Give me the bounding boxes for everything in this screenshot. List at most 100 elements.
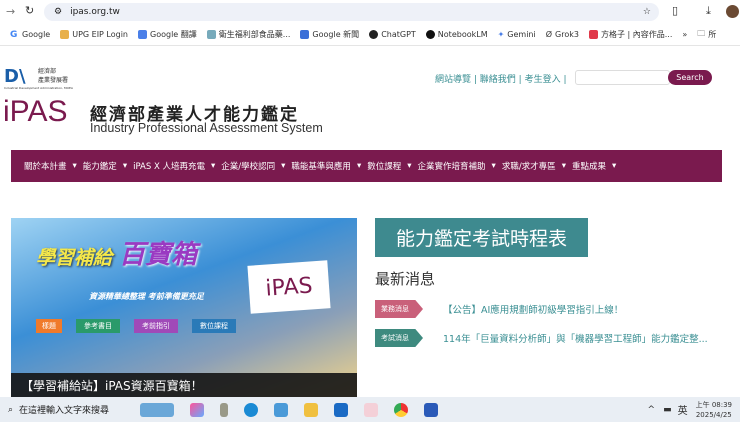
news-item[interactable]: 考試消息 114年「巨量資料分析師」與「機器學習工程師」能力鑑定整... [375,329,708,347]
nav-item[interactable]: 企業實作培育補助 [418,160,486,172]
bookmarks-bar: G Google UPG EIP Login Google 翻譯 衛生福利部食品藥… [0,24,740,46]
caret-down-icon: ▾ [611,161,617,171]
news-item[interactable]: 業務消息 【公告】AI應用規劃師初級學習指引上線！ [375,300,623,318]
clock[interactable]: 上午 08:39 2025/4/25 [696,400,732,420]
browser-toolbar: → ↻ ⚙ ipas.org.tw ☆ ▯ ⤓ [0,0,740,24]
file-explorer-icon[interactable] [304,402,318,417]
folder-icon [60,30,70,39]
nav-item[interactable]: iPAS X 人培再充電 [133,160,205,172]
ida-logo[interactable]: D\ 經濟部 產業發展署 Industrial Development Admi… [4,66,73,90]
news-heading: 最新消息 [375,270,436,288]
banner-ipas-logo: iPAS [247,260,331,314]
nav-item[interactable]: 關於本計畫 [24,160,67,172]
link-sitemap[interactable]: 網站導覽 [435,75,471,85]
bookmark-google[interactable]: G Google [10,30,50,40]
banner-title-2: 百寶箱 [119,240,198,270]
search-button[interactable]: Search [668,70,712,85]
search-input[interactable] [575,70,670,85]
more-bookmarks[interactable]: » [682,30,687,39]
star-icon[interactable]: ☆ [643,7,651,17]
link-contact[interactable]: 聯絡我們 [480,75,516,85]
taskbar: ⌕ 在這裡輸入文字來搜尋 ^ ▬ 英 上午 08:39 2025/4/25 [0,397,740,422]
nav-item[interactable]: 能力鑑定 [83,160,117,172]
top-links: 網站導覽 | 聯絡我們 | 考生登入 | [435,75,567,85]
bookmark-mohw[interactable]: 衛生福利部食品藥... [206,29,290,40]
chip: 數位課程 [192,319,236,333]
bookmark-folder[interactable]: 🗀 所 [697,28,716,42]
news-icon [300,30,310,39]
bookmark-notebooklm[interactable]: NotebookLM [425,30,488,39]
avatar[interactable] [726,5,739,18]
bookmark-news[interactable]: Google 新聞 [300,29,359,40]
notebooklm-icon [425,30,435,39]
url-text: ipas.org.tw [70,7,120,17]
chatgpt-icon [369,30,379,39]
download-icon[interactable]: ⤓ [706,4,711,18]
link-login[interactable]: 考生登入 [525,75,561,85]
vocus-icon [588,30,598,39]
edge-icon[interactable] [244,402,258,417]
org-name: 經濟部 [38,68,57,75]
folder-icon: 🗀 [697,28,706,38]
microphone-icon[interactable] [220,402,228,417]
forward-icon[interactable]: → [6,5,15,18]
caret-down-icon: ▾ [122,161,128,171]
org-en: Industrial Development Administration, M… [4,86,73,90]
bookmark-grok[interactable]: Ø Grok3 [546,30,579,39]
network-icon[interactable]: ▬ [663,405,672,415]
chrome-icon[interactable] [394,402,408,417]
caret-down-icon: ▾ [281,161,286,171]
chip: 參考書目 [76,319,120,333]
word-icon[interactable] [424,402,438,417]
nav-item[interactable]: 企業/學校認同 [221,160,275,172]
bookmark-translate[interactable]: Google 翻譯 [138,29,197,40]
bookmark-gemini[interactable]: ✦ Gemini [498,30,536,39]
site-title-en: Industry Professional Assessment System [90,121,323,135]
chip: 考前指引 [134,319,178,333]
ime-indicator[interactable]: 英 [678,402,688,417]
chip: 樣題 [36,319,62,333]
news-link[interactable]: 【公告】AI應用規劃師初級學習指引上線！ [443,302,623,316]
gemini-icon: ✦ [497,30,505,39]
caret-down-icon: ▾ [356,161,362,171]
extensions-icon[interactable]: ▯ [672,4,678,17]
news-tag: 考試消息 [375,329,423,347]
copilot-icon[interactable] [190,402,204,417]
caret-down-icon: ▾ [491,161,496,171]
news-tag: 業務消息 [375,300,423,318]
widgets-icon[interactable] [140,402,174,417]
bookmark-upg[interactable]: UPG EIP Login [60,30,128,39]
caret-down-icon: ▾ [407,161,412,171]
site-info-icon[interactable]: ⚙ [54,7,62,17]
grok-icon: Ø [545,30,553,39]
reload-icon[interactable]: ↻ [25,4,34,17]
search-icon: ⌕ [8,404,14,415]
bookmark-vocus[interactable]: 方格子 | 內容作品... [588,29,672,40]
ipas-logo[interactable]: iPAS [3,95,67,129]
nav-item[interactable]: 求職/求才專區 [502,160,556,172]
banner-title-1: 學習補給 [36,247,113,269]
nav-item[interactable]: 數位課程 [367,160,401,172]
banner-carousel[interactable]: 學習補給 百寶箱 資源精華總整理 考前準備更充足 樣題 參考書目 考前指引 數位… [11,218,357,397]
snipping-tool-icon[interactable] [364,402,378,417]
nav-item[interactable]: 重點成果 [572,160,606,172]
site-icon [206,30,216,39]
tray-chevron-icon[interactable]: ^ [648,405,656,415]
exam-timetable-button[interactable]: 能力鑑定考試時程表 [375,218,588,257]
main-nav: 關於本計畫 ▾ 能力鑑定 ▾ iPAS X 人培再充電 ▾ 企業/學校認同 ▾ 職能基準與應用 ▾… [11,150,722,182]
caret-down-icon: ▾ [72,161,77,171]
google-icon: G [10,30,18,40]
app-icon[interactable] [274,402,288,417]
nav-item[interactable]: 職能基準與應用 [291,160,351,172]
banner-chips: 樣題 參考書目 考前指引 數位課程 [36,319,236,333]
bookmark-chatgpt[interactable]: ChatGPT [369,30,416,39]
org-name-2: 產業發展署 [38,77,69,84]
taskbar-search[interactable]: ⌕ 在這裡輸入文字來搜尋 [0,397,140,422]
caret-down-icon: ▾ [561,161,566,171]
address-bar[interactable]: ⚙ ipas.org.tw ☆ [44,3,659,21]
translate-icon [138,30,148,39]
banner-subtitle: 資源精華總整理 考前準備更充足 [89,292,204,301]
news-link[interactable]: 114年「巨量資料分析師」與「機器學習工程師」能力鑑定整... [443,331,708,345]
outlook-icon[interactable] [334,402,348,417]
banner-caption[interactable]: 【學習補給站】iPAS資源百寶箱！ [11,373,357,397]
